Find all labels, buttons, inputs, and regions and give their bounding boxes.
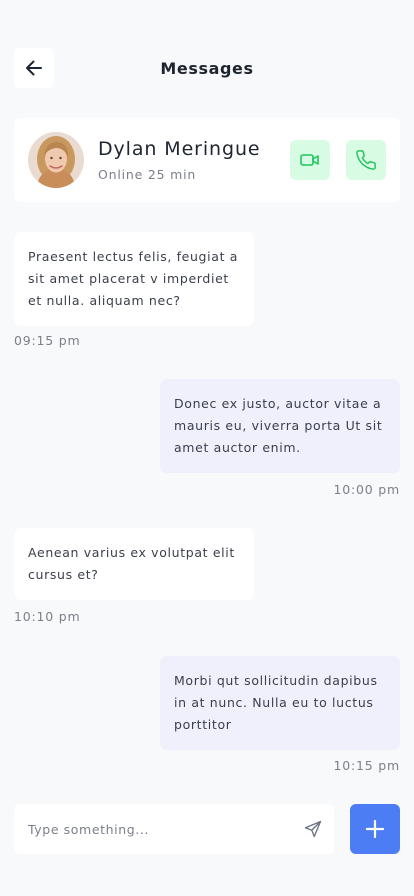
video-camera-icon [300, 154, 319, 166]
message-time: 10:15 pm [333, 758, 400, 773]
plus-icon [365, 819, 385, 839]
message-composer [14, 804, 334, 854]
send-icon [304, 820, 322, 838]
page-title: Messages [160, 59, 254, 78]
add-button[interactable] [350, 804, 400, 854]
contact-status: Online 25 min [98, 167, 197, 182]
message-time: 10:10 pm [14, 609, 81, 624]
message-time: 10:00 pm [333, 482, 400, 497]
voice-call-button[interactable] [346, 140, 386, 180]
contact-name: Dylan Meringue [98, 138, 261, 160]
message-bubble-incoming: Aenean varius ex volutpat elit cursus et… [14, 528, 254, 600]
message-time: 09:15 pm [14, 333, 81, 348]
message-bubble-incoming: Praesent lectus felis, feugiat a sit ame… [14, 232, 254, 326]
chat-screen: Messages Dylan Meringue Online 25 min Pr… [0, 0, 414, 896]
send-button[interactable] [302, 818, 324, 840]
message-bubble-outgoing: Morbi qut sollicitudin dapibus in at nun… [160, 656, 400, 750]
message-bubble-outgoing: Donec ex justo, auctor vitae a mauris eu… [160, 379, 400, 473]
avatar[interactable] [28, 132, 84, 188]
message-input[interactable] [28, 804, 298, 854]
phone-icon [356, 150, 376, 170]
video-call-button[interactable] [290, 140, 330, 180]
contact-card: Dylan Meringue Online 25 min [14, 118, 400, 202]
